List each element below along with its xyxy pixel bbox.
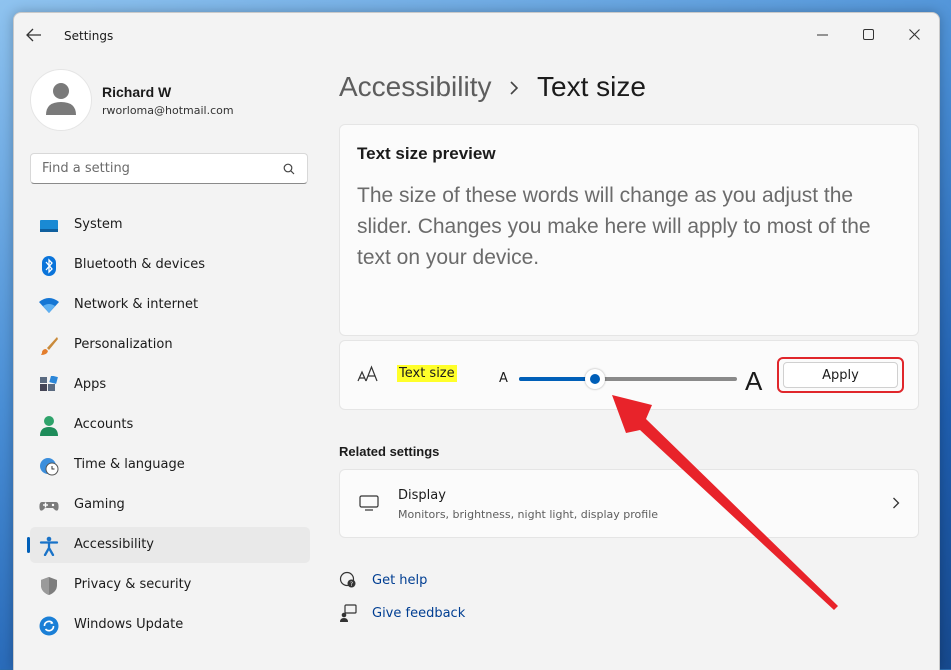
accessibility-icon <box>39 536 59 556</box>
feedback-icon <box>340 604 357 622</box>
close-button[interactable] <box>892 19 938 49</box>
display-settings-link[interactable]: Display Monitors, brightness, night ligh… <box>339 469 919 538</box>
sidebar-item-privacy[interactable]: Privacy & security <box>30 567 310 603</box>
sidebar-item-apps[interactable]: Apps <box>30 367 310 403</box>
maximize-icon <box>863 29 874 40</box>
sidebar-item-gaming[interactable]: Gaming <box>30 487 310 523</box>
search-icon <box>283 163 295 175</box>
breadcrumb: Accessibility Text size <box>339 71 646 103</box>
search-input[interactable] <box>40 160 279 177</box>
apply-button[interactable]: Apply <box>783 362 898 388</box>
bluetooth-icon <box>42 256 56 276</box>
svg-text:?: ? <box>350 581 353 588</box>
settings-window: Settings Richard W rworloma@hotmail.com … <box>13 12 940 670</box>
system-icon <box>40 220 58 232</box>
brush-icon <box>41 337 58 355</box>
preview-text: The size of these words will change as y… <box>357 184 871 269</box>
slider-min-glyph: A <box>499 371 508 386</box>
breadcrumb-parent[interactable]: Accessibility <box>339 71 491 102</box>
clock-globe-icon <box>40 458 59 476</box>
minimize-button[interactable] <box>800 19 846 49</box>
text-size-slider[interactable] <box>519 369 737 389</box>
sidebar-item-time-language[interactable]: Time & language <box>30 447 310 483</box>
monitor-icon <box>359 495 379 511</box>
slider-fill <box>519 377 596 381</box>
help-icon: ? <box>339 571 356 588</box>
preview-title: Text size preview <box>357 144 496 163</box>
wifi-icon <box>39 298 59 313</box>
shield-icon <box>41 577 57 595</box>
maximize-button[interactable] <box>846 19 892 49</box>
text-size-slider-card: Text size A A Apply <box>339 340 919 410</box>
display-subtitle: Monitors, brightness, night light, displ… <box>398 508 659 521</box>
display-title: Display <box>398 488 446 503</box>
back-button[interactable] <box>26 27 50 47</box>
user-name: Richard W <box>102 84 172 100</box>
update-icon <box>39 616 59 636</box>
sidebar-item-windows-update[interactable]: Windows Update <box>30 607 310 643</box>
back-arrow-icon <box>26 28 41 42</box>
user-email: rworloma@hotmail.com <box>102 104 234 117</box>
sidebar-item-personalization[interactable]: Personalization <box>30 327 310 363</box>
slider-max-glyph: A <box>745 366 763 396</box>
accounts-icon <box>40 416 58 436</box>
sidebar-item-bluetooth[interactable]: Bluetooth & devices <box>30 247 310 283</box>
close-icon <box>909 29 920 40</box>
minimize-icon <box>817 34 828 36</box>
text-size-label: Text size <box>397 365 457 382</box>
text-size-preview-card: Text size preview The size of these word… <box>339 124 919 336</box>
sidebar-item-system[interactable]: System <box>30 207 310 243</box>
related-settings-heading: Related settings <box>339 444 440 459</box>
gamepad-icon <box>39 502 59 511</box>
apply-highlight-box: Apply <box>777 357 904 393</box>
title-bar: Settings <box>14 13 939 59</box>
search-box[interactable] <box>30 153 308 184</box>
apps-icon <box>40 376 58 391</box>
chevron-right-icon <box>510 81 519 95</box>
text-size-icon <box>357 365 378 382</box>
sidebar-item-accounts[interactable]: Accounts <box>30 407 310 443</box>
slider-thumb[interactable] <box>585 369 606 389</box>
chevron-right-icon <box>893 497 900 509</box>
person-icon <box>46 83 76 115</box>
sidebar-nav: System Bluetooth & devices Network & int… <box>27 207 310 647</box>
avatar[interactable] <box>30 69 92 131</box>
app-title: Settings <box>64 29 114 43</box>
sidebar-item-network[interactable]: Network & internet <box>30 287 310 323</box>
page-title: Text size <box>537 71 646 102</box>
sidebar-item-accessibility[interactable]: Accessibility <box>27 527 310 563</box>
